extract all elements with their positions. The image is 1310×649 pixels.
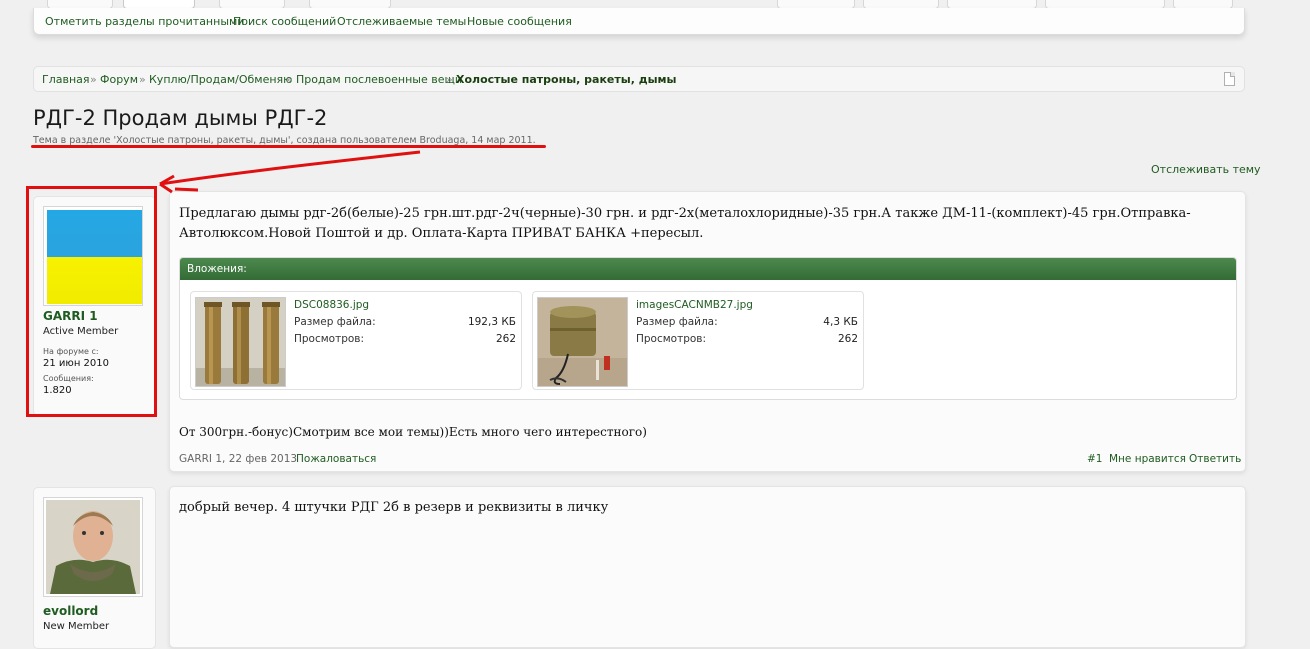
annotation-arrow bbox=[159, 150, 421, 194]
